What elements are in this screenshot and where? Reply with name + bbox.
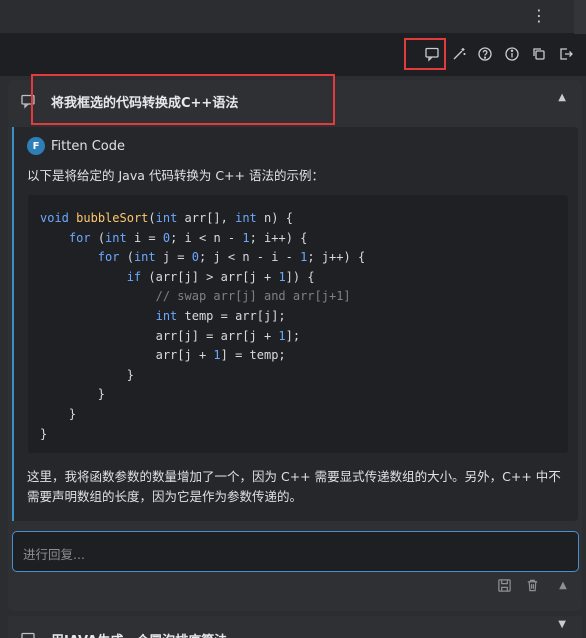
section-title: 将我框选的代码转换成C++语法 [51, 96, 239, 111]
magic-wand-icon[interactable] [449, 44, 469, 64]
code-line: } [40, 426, 48, 441]
chat-bubble-icon[interactable] [422, 44, 442, 64]
next-section-header[interactable]: 用JAVA生成一个冒泡排序算法 ▼ [8, 616, 582, 638]
code-line: } [40, 406, 77, 421]
expand-caret-icon[interactable]: ▼ [558, 619, 566, 630]
code-line: // swap arr[j] and arr[j+1] [155, 289, 351, 304]
chat-bubble-icon [20, 630, 36, 638]
answer-intro: 以下是将给定的 Java 代码转换为 C++ 语法的示例： [27, 168, 324, 183]
exit-icon[interactable] [556, 44, 576, 64]
trash-icon[interactable] [525, 578, 543, 596]
help-icon[interactable] [475, 44, 495, 64]
answer-explanation: 这里，我将函数参数的数量增加了一个，因为 C++ 需要显式传递数组的大小。另外，… [27, 469, 561, 504]
code-line: arr[j + 1] = temp; [40, 348, 286, 363]
reply-input[interactable]: 进行回复... [12, 531, 579, 572]
toolbar [0, 34, 586, 76]
copy-icon[interactable] [529, 44, 549, 64]
code-line: } [40, 387, 106, 402]
answer-card: F Fitten Code 以下是将给定的 Java 代码转换为 C++ 语法的… [12, 127, 578, 521]
caret-up-icon[interactable]: ▲ [554, 578, 572, 596]
chat-bubble-icon [20, 93, 36, 109]
code-line: void bubbleSort(int arr[], int n) { [40, 211, 293, 225]
code-line: arr[j] = arr[j + 1]; [40, 328, 301, 343]
author-name: Fitten Code [51, 138, 125, 154]
section-header[interactable]: 将我框选的代码转换成C++语法 ▲ [8, 80, 582, 122]
code-line: } [40, 367, 134, 382]
next-section-title: 用JAVA生成一个冒泡排序算法 [51, 630, 227, 638]
collapse-caret-icon[interactable]: ▲ [558, 92, 566, 103]
code-line: if (arr[j] > arr[j + 1]) { [126, 269, 315, 284]
fitten-logo-icon: F [27, 137, 45, 155]
author-row: F Fitten Code [27, 137, 125, 155]
more-vertical-icon[interactable]: ⋮ [528, 5, 550, 27]
top-bar: ⋮ [0, 0, 586, 34]
code-line: for (int i = 0; i < n - 1; i++) { [68, 230, 308, 245]
code-block[interactable]: void bubbleSort(int arr[], int n) { for … [28, 195, 568, 453]
scroll-edge [574, 0, 586, 34]
code-line: int temp = arr[j]; [155, 308, 286, 323]
info-icon[interactable] [502, 44, 522, 64]
save-icon[interactable] [497, 578, 515, 596]
code-line: for (int j = 0; j < n - i - 1; j++) { [97, 250, 366, 265]
